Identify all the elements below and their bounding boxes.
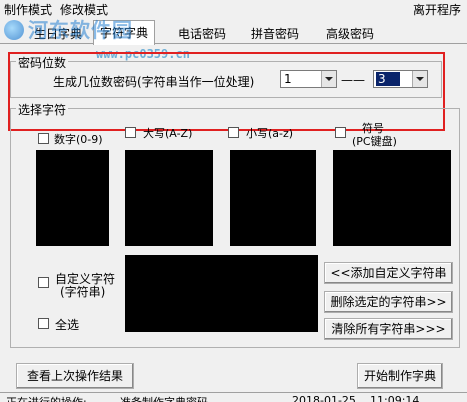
symbols-checkbox[interactable] <box>335 127 346 138</box>
lowercase-checkbox[interactable] <box>228 127 239 138</box>
tab-pinyin-password[interactable]: 拼音密码 <box>245 22 305 43</box>
watermark-logo-icon <box>4 20 24 40</box>
tab-advanced-password[interactable]: 高级密码 <box>320 22 380 43</box>
custom-strings-list[interactable] <box>125 255 318 332</box>
symbols-preview-panel <box>333 150 451 246</box>
status-operation-value: 准备制作字典密码 <box>120 394 208 402</box>
symbols-option-sublabel: (PC键盘) <box>352 135 397 148</box>
add-custom-string-button[interactable]: <<添加自定义字符串 <box>324 262 453 284</box>
charset-group-title: 选择字符 <box>16 101 69 118</box>
digits-option-label: 数字(0-9) <box>54 133 103 146</box>
custom-checkbox[interactable] <box>38 277 49 288</box>
lowercase-option-label: 小写(a-z) <box>246 127 294 140</box>
tab-phone-password[interactable]: 电话密码 <box>172 22 232 43</box>
menu-exit[interactable]: 离开程序 <box>413 1 461 18</box>
view-last-result-button[interactable]: 查看上次操作结果 <box>16 363 134 389</box>
custom-option-sublabel: (字符串) <box>60 285 106 299</box>
delete-selected-string-button[interactable]: 删除选定的字符串>> <box>324 291 453 313</box>
select-all-checkbox[interactable] <box>38 318 49 329</box>
clear-all-strings-button[interactable]: 清除所有字符串>>> <box>324 318 453 340</box>
uppercase-preview-panel <box>125 150 213 246</box>
lowercase-preview-panel <box>230 150 316 246</box>
uppercase-checkbox[interactable] <box>125 127 136 138</box>
digits-preview-panel <box>36 150 109 246</box>
status-time: 11:09:14 <box>370 394 420 402</box>
status-date: 2018-01-25 <box>292 394 356 402</box>
status-operation-label: 正在进行的操作: <box>6 394 87 402</box>
digits-checkbox[interactable] <box>38 133 49 144</box>
select-all-label: 全选 <box>55 318 80 332</box>
start-making-dict-button[interactable]: 开始制作字典 <box>357 363 443 389</box>
watermark-title: 河东软件园 <box>28 18 133 42</box>
status-bar: 正在进行的操作: 准备制作字典密码 2018-01-25 11:09:14 <box>0 392 467 402</box>
uppercase-option-label: 大写(A-Z) <box>143 127 193 140</box>
